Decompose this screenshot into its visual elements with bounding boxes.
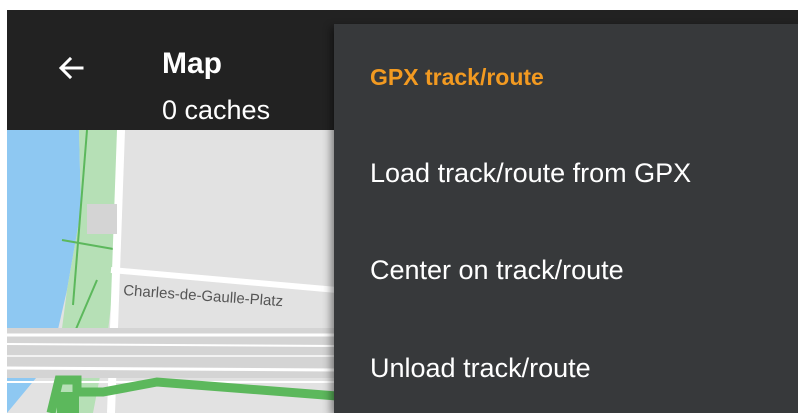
overflow-menu: GPX track/route Load track/route from GP… bbox=[334, 24, 798, 413]
back-button[interactable] bbox=[43, 40, 99, 96]
menu-item-label: Unload track/route bbox=[370, 352, 591, 383]
arrow-left-icon bbox=[58, 56, 84, 80]
page-title: Map bbox=[162, 47, 222, 80]
menu-item-label: Center on track/route bbox=[370, 254, 624, 285]
menu-item-center-track[interactable]: Center on track/route bbox=[334, 234, 798, 306]
menu-item-load-track[interactable]: Load track/route from GPX bbox=[334, 137, 798, 209]
menu-section-header: GPX track/route bbox=[370, 64, 544, 90]
page-subtitle: 0 caches bbox=[162, 95, 271, 125]
menu-item-unload-track[interactable]: Unload track/route bbox=[334, 332, 798, 404]
menu-item-label: Load track/route from GPX bbox=[370, 157, 692, 188]
